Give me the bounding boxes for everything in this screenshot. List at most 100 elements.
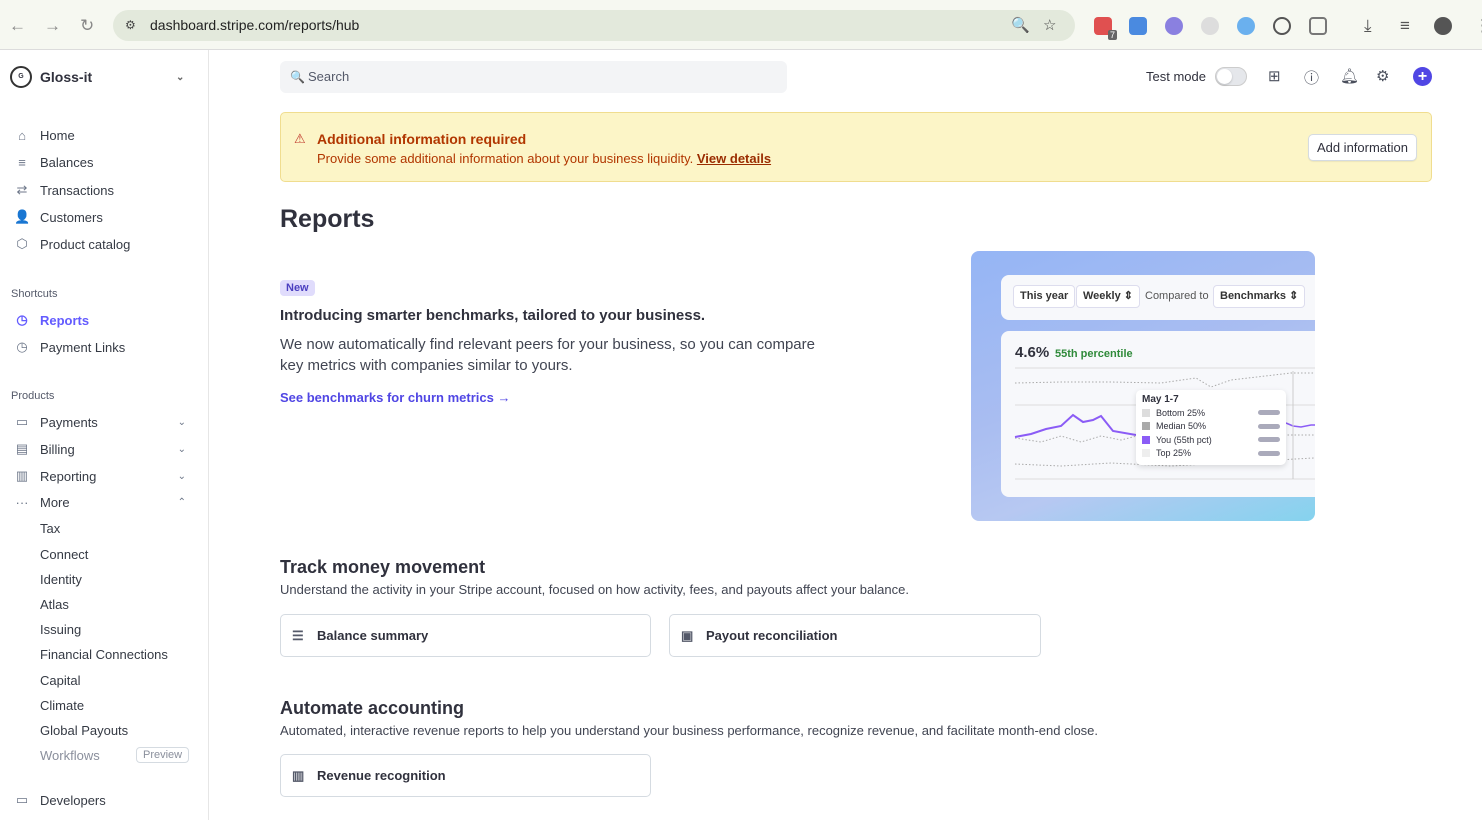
sidebar: G Gloss-it ⌄ ⌂ Home ≡ Balances ⇄ Transactio… xyxy=(0,50,209,820)
legend-item: You (55th pct) xyxy=(1142,433,1280,447)
sidebar-item-product-catalog[interactable]: ⬡ Product catalog xyxy=(14,236,194,252)
forward-icon[interactable]: → xyxy=(44,16,61,36)
sidebar-item-more[interactable]: ··· More ⌃ xyxy=(14,495,194,510)
payout-reconciliation-card[interactable]: ▣ Payout reconciliation xyxy=(669,614,1041,657)
value-placeholder xyxy=(1258,410,1280,416)
extension-icon[interactable] xyxy=(1201,17,1219,35)
preview-badge: Preview xyxy=(136,747,190,763)
balance-summary-card[interactable]: ☰ Balance summary xyxy=(280,614,651,657)
product-icon: ⬡ xyxy=(16,236,28,251)
section-title-automate-accounting: Automate accounting xyxy=(280,698,465,718)
legend-label: Median 50% xyxy=(1156,421,1207,432)
account-logo: G xyxy=(10,66,32,88)
sidebar-item-label: Reports xyxy=(40,312,90,328)
settings-gear-icon[interactable]: ⚙ xyxy=(1376,67,1389,85)
chart-tooltip: May 1-7 Bottom 25% Median 50% You (55th … xyxy=(1136,390,1286,465)
payout-icon: ▣ xyxy=(681,628,694,643)
sidebar-item-home[interactable]: ⌂ Home xyxy=(14,128,194,143)
help-icon[interactable]: ⓘ xyxy=(1304,67,1319,88)
report-label: Balance summary xyxy=(317,628,429,643)
media-icon[interactable]: ≡ xyxy=(1400,16,1410,36)
value-placeholder xyxy=(1258,450,1280,456)
report-label: Revenue recognition xyxy=(317,768,446,783)
view-details-link[interactable]: View details xyxy=(697,151,771,166)
sidebar-item-payments[interactable]: ▭ Payments ⌄ xyxy=(14,414,194,430)
sidebar-item-reporting[interactable]: ▥ Reporting ⌄ xyxy=(14,468,194,484)
page-title: Reports xyxy=(280,205,375,233)
sidebar-subitem-connect[interactable]: Connect xyxy=(40,547,88,562)
account-switcher[interactable]: G Gloss-it ⌄ xyxy=(10,66,184,88)
sidebar-item-developers[interactable]: ▭ Developers xyxy=(14,792,194,808)
legend-item: Top 25% xyxy=(1142,447,1280,461)
benchmarks-link[interactable]: See benchmarks for churn metrics → xyxy=(280,390,510,405)
bookmark-star-icon[interactable]: ☆ xyxy=(1043,10,1056,41)
sidebar-item-balances[interactable]: ≡ Balances xyxy=(14,155,194,170)
test-mode-label: Test mode xyxy=(1146,69,1206,84)
chevron-down-icon: ⌄ xyxy=(177,443,186,455)
m-extension-icon[interactable] xyxy=(1129,17,1147,35)
legend-swatch xyxy=(1142,422,1150,431)
test-mode-toggle[interactable] xyxy=(1215,67,1247,86)
sidebar-item-label: Home xyxy=(40,128,75,143)
legend-item: Bottom 25% xyxy=(1142,406,1280,420)
sidebar-subitem-climate[interactable]: Climate xyxy=(40,698,84,713)
address-bar[interactable]: ⚙ dashboard.stripe.com/reports/hub 🔍 ☆ xyxy=(113,10,1075,41)
calendar-extension-icon[interactable]: 7 xyxy=(1094,17,1117,40)
billing-icon: ▤ xyxy=(15,441,29,456)
create-plus-button[interactable]: + xyxy=(1413,67,1432,86)
interval-text: Weekly xyxy=(1083,290,1121,302)
transactions-icon: ⇄ xyxy=(16,182,28,197)
sidebar-subitem-workflows[interactable]: Workflows xyxy=(40,748,100,763)
sidebar-item-label: More xyxy=(40,495,70,510)
download-icon[interactable]: ⤓ xyxy=(1364,16,1372,36)
chevron-up-icon: ⌃ xyxy=(177,497,186,508)
site-info-icon[interactable]: ⚙ xyxy=(125,10,136,41)
sidebar-item-reports[interactable]: ◷ Reports xyxy=(14,312,194,328)
chevron-down-icon: ⌄ xyxy=(176,71,185,83)
sidebar-item-label: Payment Links xyxy=(40,339,126,355)
add-information-button[interactable]: Add information xyxy=(1307,134,1417,161)
apps-icon[interactable]: ⊞ xyxy=(1268,67,1281,85)
back-icon[interactable]: ← xyxy=(9,16,26,36)
report-label: Payout reconciliation xyxy=(706,628,838,643)
compared-label: Compared to xyxy=(1145,290,1209,302)
revenue-recognition-card[interactable]: ▥ Revenue recognition xyxy=(280,754,651,797)
benchmark-pill: Benchmarks ⇕ xyxy=(1213,285,1306,308)
sidebar-item-transactions[interactable]: ⇄ Transactions xyxy=(14,182,194,198)
notifications-bell-icon[interactable]: 🔔︎ xyxy=(1340,67,1359,85)
sidebar-subitem-global-payouts[interactable]: Global Payouts xyxy=(40,723,128,738)
new-badge: New xyxy=(280,280,315,296)
legend-label: Top 25% xyxy=(1156,448,1192,459)
banner-description: Provide some additional information abou… xyxy=(317,151,694,166)
sidebar-item-customers[interactable]: 👤 Customers xyxy=(14,209,194,225)
value-placeholder xyxy=(1258,423,1280,429)
sidebar-item-billing[interactable]: ▤ Billing ⌄ xyxy=(14,441,194,457)
sidebar-subitem-identity[interactable]: Identity xyxy=(40,572,82,587)
clock-icon: ◷ xyxy=(16,339,28,354)
preview-filter-bar: This year Weekly ⇕ Compared to Benchmark… xyxy=(1001,275,1315,320)
sidebar-subitem-financial-connections[interactable]: Financial Connections xyxy=(40,647,168,662)
legend-label: Bottom 25% xyxy=(1156,407,1206,418)
extension-icon[interactable] xyxy=(1165,17,1183,35)
browser-toolbar: ← → ↻ ⚙ dashboard.stripe.com/reports/hub… xyxy=(0,0,1482,50)
sidebar-subitem-atlas[interactable]: Atlas xyxy=(40,597,69,612)
openai-extension-icon[interactable] xyxy=(1273,17,1291,35)
info-required-banner: ⚠ Additional information required Provid… xyxy=(280,112,1432,182)
extensions-puzzle-icon[interactable] xyxy=(1309,17,1327,35)
search-input[interactable]: 🔍 Search xyxy=(280,61,787,93)
range-pill: This year xyxy=(1013,285,1076,308)
sidebar-subitem-issuing[interactable]: Issuing xyxy=(40,622,81,637)
zoom-icon[interactable]: 🔍 xyxy=(1011,10,1030,41)
profile-avatar[interactable] xyxy=(1434,17,1452,35)
link-text: See benchmarks for churn metrics xyxy=(280,390,494,405)
sidebar-item-label: Transactions xyxy=(40,182,114,198)
sidebar-item-payment-links[interactable]: ◷ Payment Links xyxy=(14,339,194,355)
tooltip-title: May 1-7 xyxy=(1142,394,1179,405)
tag-extension-icon[interactable] xyxy=(1237,17,1255,35)
reload-icon[interactable]: ↻ xyxy=(80,16,94,36)
menu-icon[interactable]: ⋮ xyxy=(1474,16,1482,36)
sidebar-subitem-capital[interactable]: Capital xyxy=(40,673,80,688)
benchmarks-preview-image: This year Weekly ⇕ Compared to Benchmark… xyxy=(971,251,1315,521)
sidebar-subitem-tax[interactable]: Tax xyxy=(40,521,60,536)
sidebar-item-label: Developers xyxy=(40,792,106,808)
